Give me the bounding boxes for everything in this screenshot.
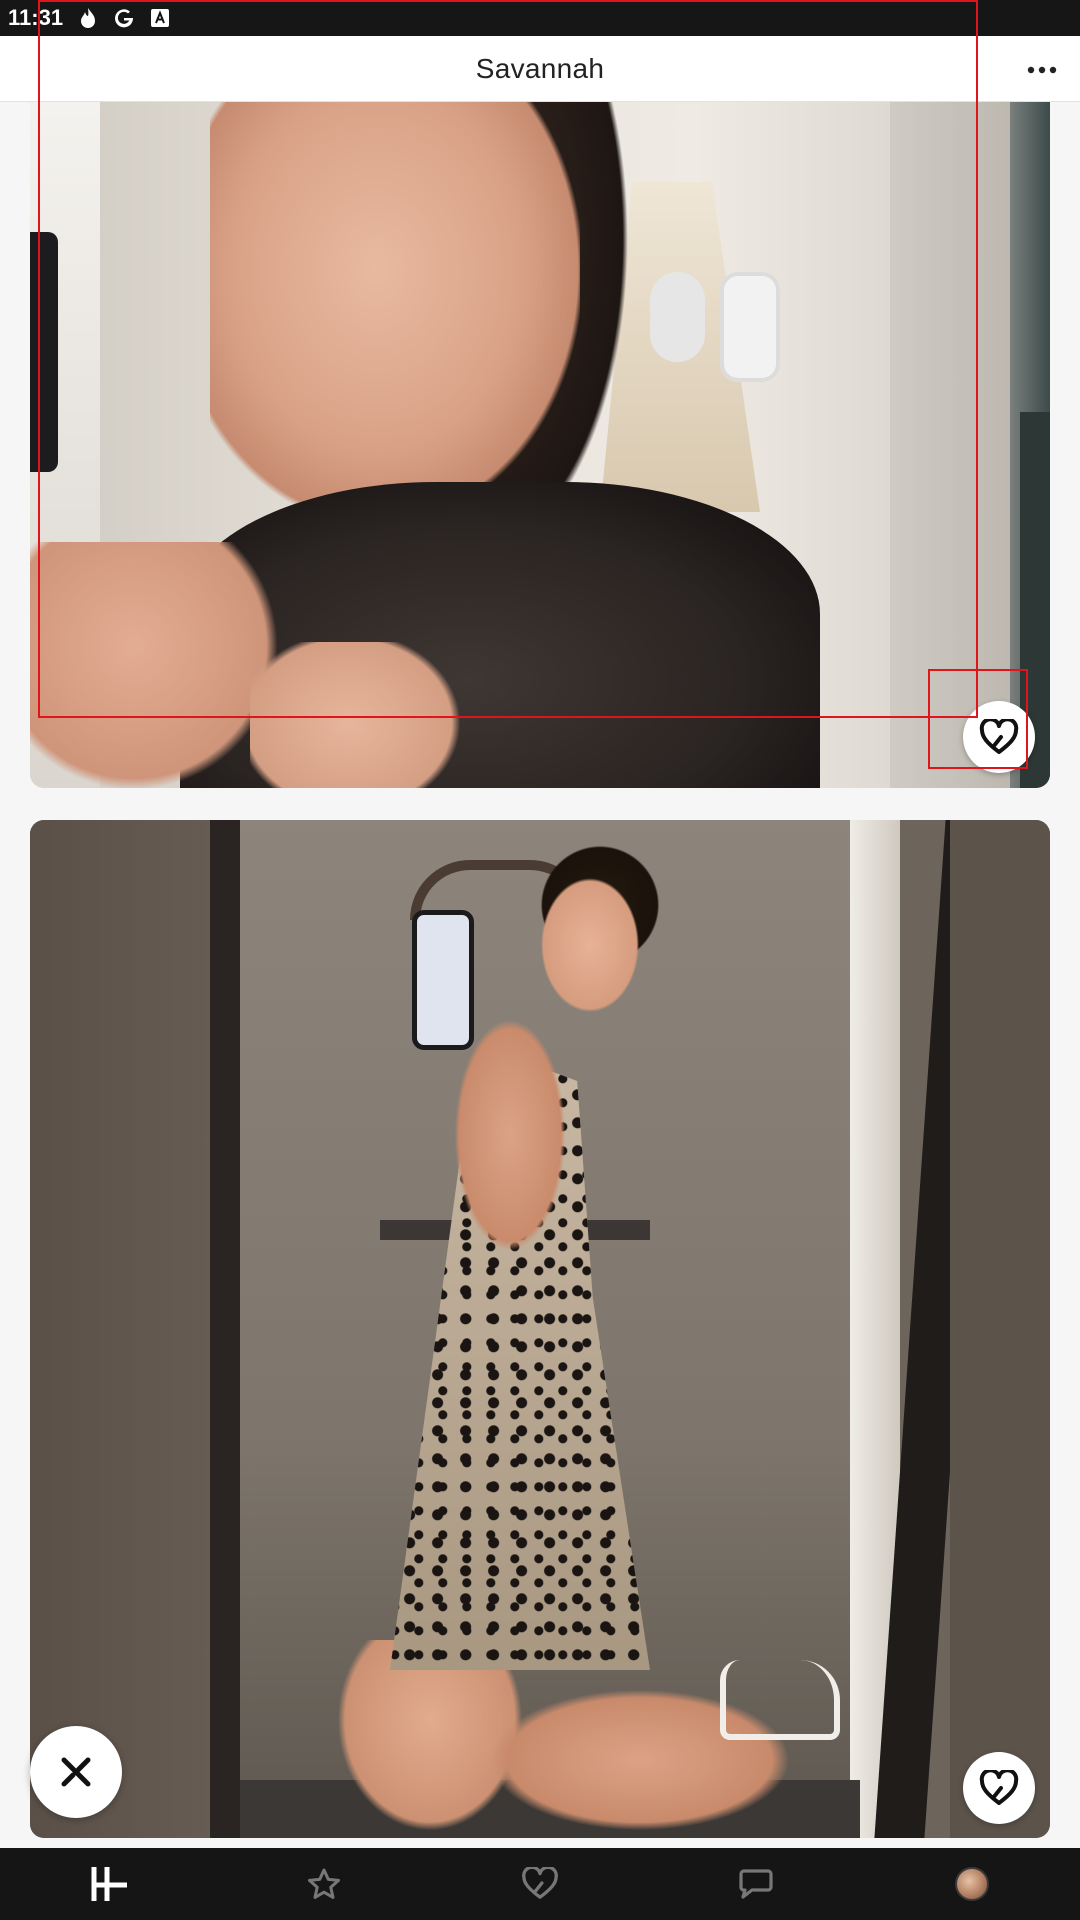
like-photo-1-button[interactable] [963, 701, 1035, 773]
heart-like-icon [979, 719, 1019, 754]
google-icon [113, 7, 135, 29]
font-icon [149, 7, 171, 29]
nav-likes-you[interactable] [500, 1854, 580, 1914]
skip-x-icon [61, 1757, 91, 1787]
nav-home[interactable] [68, 1854, 148, 1914]
profile-photo-1[interactable] [30, 102, 1050, 788]
tinder-flame-icon [77, 7, 99, 29]
status-bar: 11:31 [0, 0, 1080, 36]
like-photo-2-button[interactable] [963, 1752, 1035, 1824]
profile-header: Savannah [0, 36, 1080, 102]
more-horizontal-icon[interactable] [1022, 50, 1062, 90]
nav-standouts[interactable] [284, 1854, 364, 1914]
star-icon [308, 1868, 340, 1899]
nav-profile[interactable] [932, 1854, 1012, 1914]
status-time: 11:31 [8, 5, 64, 30]
bottom-nav [0, 1848, 1080, 1920]
heart-like-icon [979, 1770, 1019, 1805]
profile-avatar [955, 1867, 989, 1901]
chat-icon [739, 1869, 773, 1899]
heart-icon [522, 1867, 558, 1899]
profile-photo-2[interactable] [30, 820, 1050, 1838]
nav-matches[interactable] [716, 1854, 796, 1914]
skip-profile-button[interactable] [30, 1726, 122, 1818]
hinge-logo-icon [91, 1867, 127, 1901]
profile-name: Savannah [475, 52, 605, 84]
